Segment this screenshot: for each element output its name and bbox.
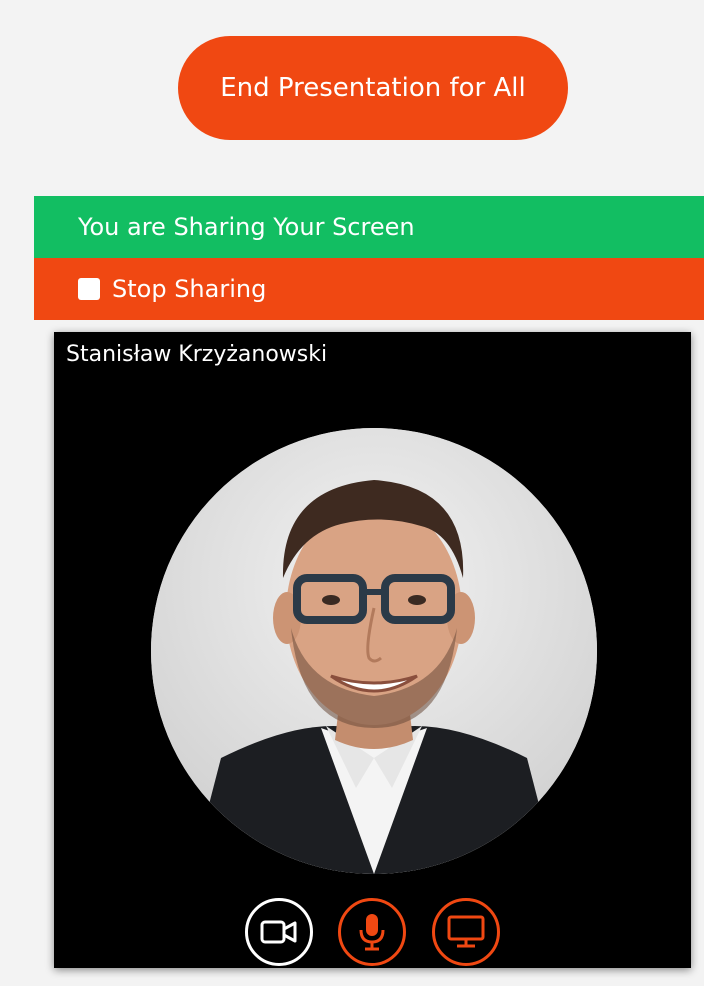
end-presentation-button[interactable]: End Presentation for All [178,36,568,140]
sharing-status-text: You are Sharing Your Screen [78,213,415,241]
participant-name: Stanisław Krzyżanowski [66,342,328,367]
microphone-icon [359,914,385,951]
participant-video-tile: Stanisław Krzyżanowski [54,332,691,968]
stop-sharing-label: Stop Sharing [112,275,267,303]
stop-sharing-button[interactable]: Stop Sharing [34,258,704,320]
stop-square-icon [78,278,100,300]
participant-avatar [151,428,597,874]
camera-toggle-button[interactable] [245,898,313,966]
microphone-toggle-button[interactable] [338,898,406,966]
video-camera-icon [260,920,297,944]
screen-share-toggle-button[interactable] [432,898,500,966]
sharing-status-banner: You are Sharing Your Screen [34,196,704,258]
screen-share-icon [447,915,485,948]
